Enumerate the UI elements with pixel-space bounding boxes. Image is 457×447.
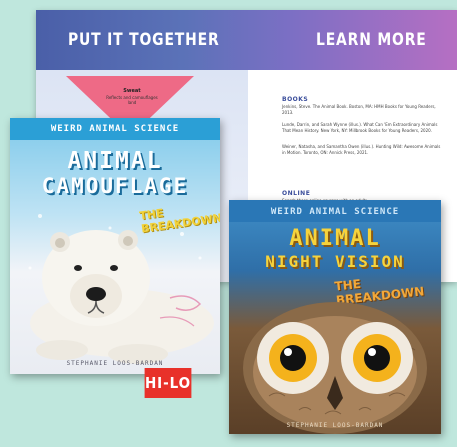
funnel-text: Reflects and camouflages land <box>106 95 158 105</box>
animal-camouflage-book[interactable]: WEIRD ANIMAL SCIENCE ANIMAL CAMOUFLAGE T… <box>10 118 220 374</box>
reference-1: Jenkins, Steve. The Animal Book. Boston,… <box>282 104 436 115</box>
hi-lo-badge: HI-LO <box>144 368 192 398</box>
spread-header: PUT IT TOGETHER LEARN MORE <box>36 10 457 70</box>
reference-3: Weiner, Natasha, and Samantha Owen (illu… <box>282 144 441 155</box>
book-author: STEPHANIE LOOS-BARDAN <box>286 422 384 429</box>
funnel-title: Sweat <box>123 88 141 94</box>
books-heading: BOOKS <box>282 96 309 103</box>
learn-more-heading: LEARN MORE <box>316 30 427 50</box>
put-it-together-heading: PUT IT TOGETHER <box>68 30 220 50</box>
owl-illustration <box>243 302 427 434</box>
reference-2: Lunde, Darrin, and Sarah Wynne (illus.).… <box>282 122 438 133</box>
online-heading: ONLINE <box>282 190 311 197</box>
book-author: STEPHANIE LOOS-BARDAN <box>66 360 164 367</box>
animal-night-vision-book[interactable]: WEIRD ANIMAL SCIENCE ANIMAL NIGHT VISION… <box>229 200 441 434</box>
polar-bear-illustration <box>28 214 214 364</box>
